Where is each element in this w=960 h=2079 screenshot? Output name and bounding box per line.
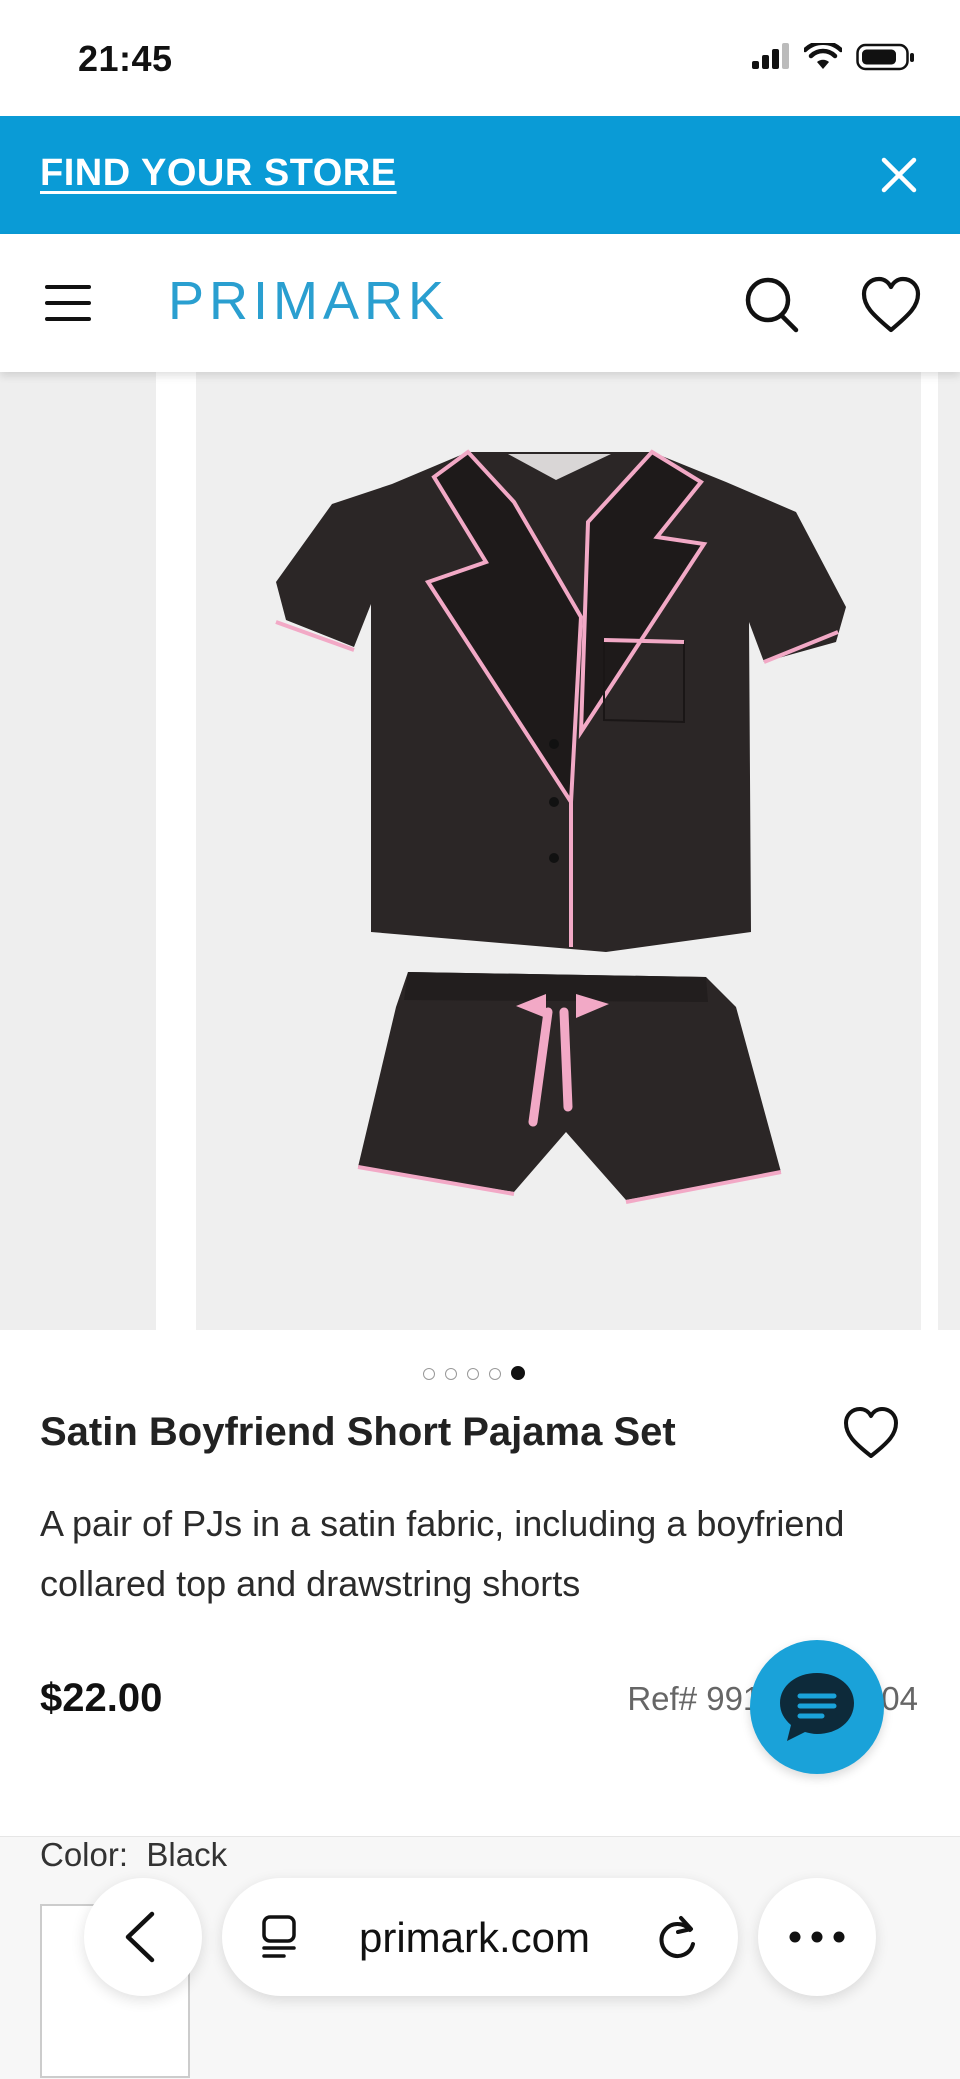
ref-number: Ref# 991 [627,1680,762,1717]
tabs-icon [262,1915,296,1958]
status-time: 21:45 [78,38,173,79]
signal-icon [752,43,789,69]
product-image [275,449,846,1204]
color-label: Color: Black [40,1836,227,1874]
chat-icon [780,1673,854,1741]
color-label-text: Color: [40,1836,129,1873]
back-icon [125,1911,155,1963]
product-price: $22.00 [40,1676,163,1720]
gallery-dot[interactable] [423,1367,435,1380]
product-gallery[interactable] [0,372,960,1330]
gallery-pagination [423,1366,525,1380]
wifi-icon [804,43,842,69]
find-your-store-link[interactable]: FIND YOUR STORE [40,152,397,195]
browser-back-button[interactable] [84,1878,202,1996]
gallery-dot[interactable] [489,1367,501,1380]
gallery-slide-next[interactable] [938,372,960,1330]
menu-icon[interactable] [44,279,92,327]
reload-icon[interactable] [654,1912,702,1962]
color-value: Black [146,1836,228,1873]
gallery-dot[interactable] [467,1367,479,1380]
find-store-banner: FIND YOUR STORE [0,116,960,234]
gallery-dot-active[interactable] [511,1366,525,1380]
browser-url[interactable]: primark.com [359,1914,590,1962]
product-title: Satin Boyfriend Short Pajama Set [40,1410,676,1454]
product-description: A pair of PJs in a satin fabric, includi… [40,1503,845,1604]
battery-icon [856,43,914,71]
primark-logo[interactable]: PRIMARK [168,270,449,332]
site-header: PRIMARK [0,234,960,372]
browser-url-bar[interactable]: primark.com [222,1878,738,1996]
chat-button[interactable] [750,1640,884,1774]
more-icon [789,1931,845,1943]
status-bar: 21:45 [0,0,960,116]
browser-more-button[interactable] [758,1878,876,1996]
close-icon[interactable] [874,150,924,200]
gallery-dot[interactable] [445,1367,457,1380]
ref-number-tail: 04 [881,1680,918,1717]
heart-icon[interactable] [842,1406,900,1460]
gallery-slide-active[interactable] [196,372,921,1330]
search-icon[interactable] [742,274,804,336]
gallery-slide-prev[interactable] [0,372,156,1330]
status-icons [750,42,916,72]
heart-icon[interactable] [860,276,922,334]
